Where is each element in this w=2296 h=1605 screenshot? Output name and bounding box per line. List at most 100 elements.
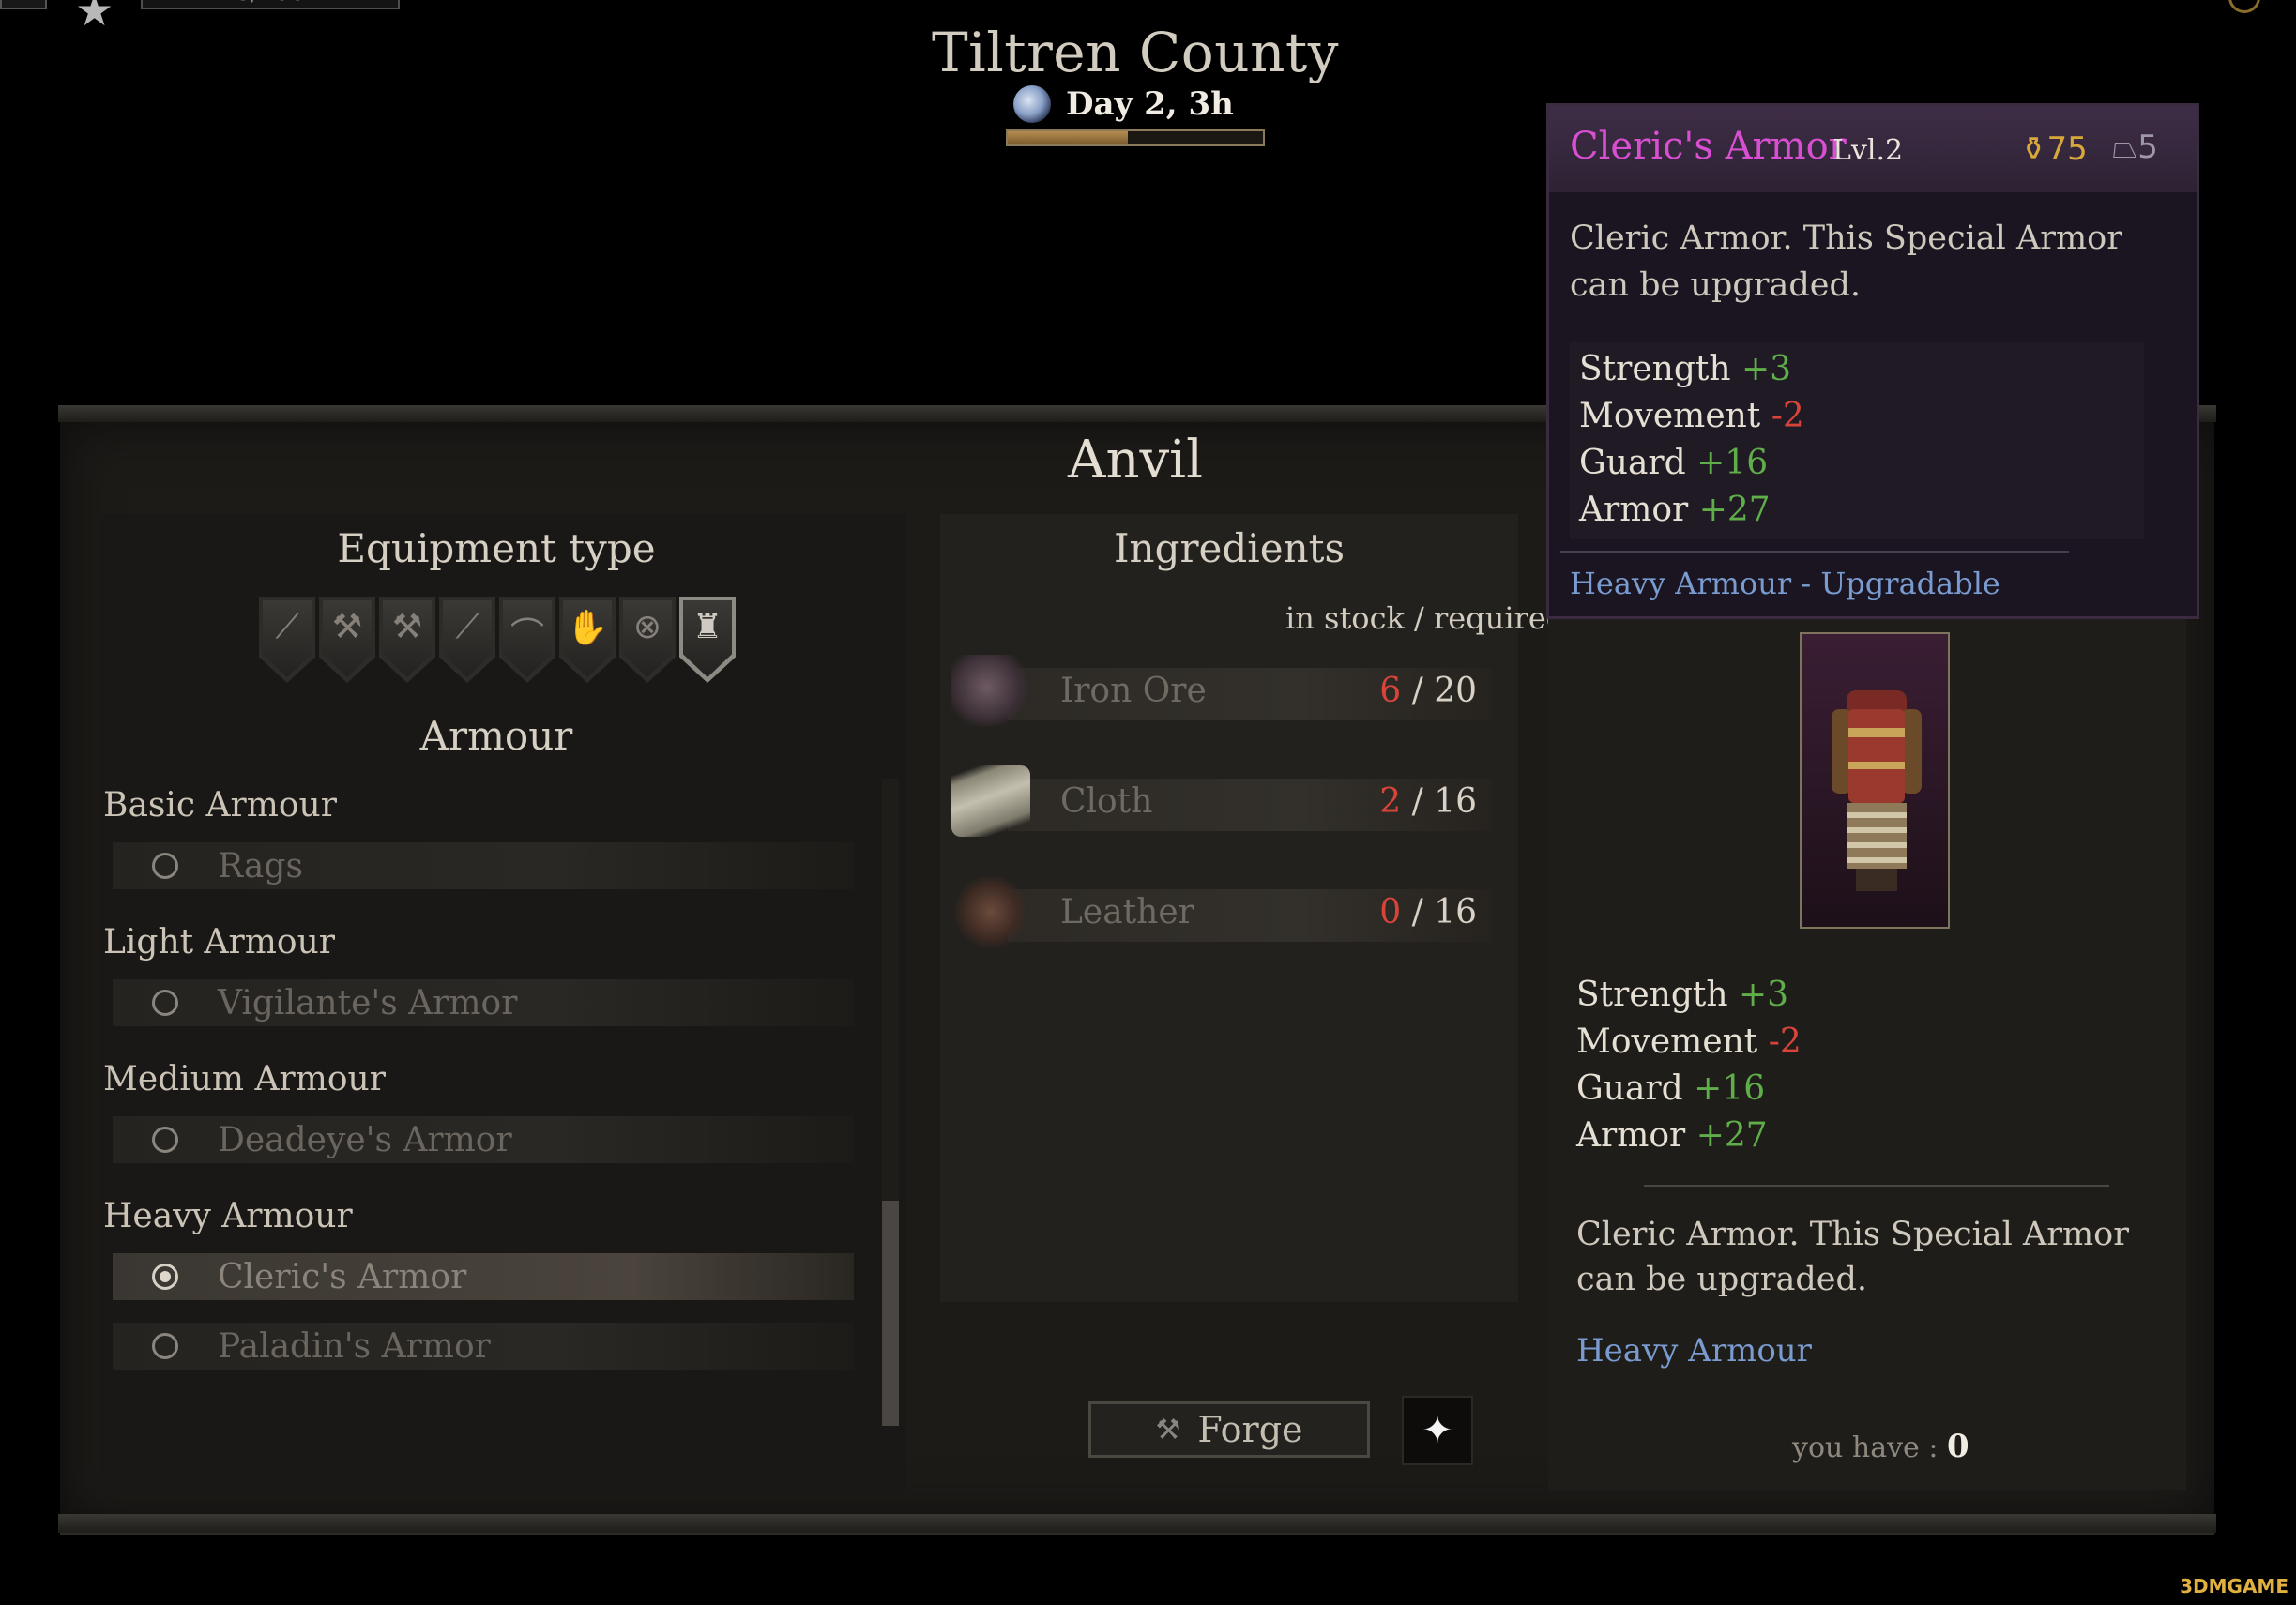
- radio-button-selected[interactable]: [152, 1264, 178, 1290]
- divider: [1644, 1185, 2109, 1187]
- day-progress-bar: [1006, 129, 1265, 146]
- group-label-light: Light Armour: [103, 923, 335, 961]
- upgrade-button[interactable]: ✦: [1402, 1396, 1473, 1465]
- tab-spear[interactable]: ⟋: [439, 597, 495, 683]
- armor-icon: [1832, 690, 1922, 891]
- ingredient-count: 2 / 16: [1379, 782, 1477, 821]
- tooltip-header: Cleric's Armor Lvl.2 ⚱75 ⏢5: [1549, 106, 2197, 192]
- tab-sword[interactable]: ⟋: [259, 597, 315, 683]
- item-stats: Strength +3 Movement -2 Guard +16 Armor …: [1576, 972, 1802, 1159]
- iron-ore-icon: [951, 655, 1030, 726]
- moon-icon: [1013, 85, 1051, 123]
- stat-strength: Strength +3: [1579, 346, 1804, 393]
- anvil-icon: ⚒: [1155, 1413, 1181, 1446]
- list-item[interactable]: Vigilante's Armor: [113, 979, 854, 1026]
- owned-value: 0: [1946, 1428, 1969, 1465]
- stat-strength: Strength +3: [1576, 972, 1802, 1019]
- list-item[interactable]: Paladin's Armor: [113, 1323, 854, 1370]
- stat-guard: Guard +16: [1579, 440, 1804, 487]
- item-name: Cleric's Armor: [218, 1257, 467, 1296]
- equipment-scrollbar[interactable]: [882, 779, 899, 1426]
- equipment-type-tabs: ⟋ ⚒ ⚒ ⟋ ⌒ ✋ ⊗ ♜: [259, 597, 739, 683]
- ingredient-name: Iron Ore: [1060, 672, 1207, 710]
- weight-icon: ⏢: [2112, 129, 2138, 166]
- gloves-icon: ✋: [566, 609, 609, 647]
- group-label-basic: Basic Armour: [103, 786, 337, 825]
- item-name: Deadeye's Armor: [218, 1120, 512, 1159]
- tab-hammer[interactable]: ⚒: [379, 597, 435, 683]
- stat-label: Armor: [1576, 1116, 1686, 1155]
- ingredient-have: 0: [1379, 893, 1402, 931]
- ingredient-row: Iron Ore 6 / 20: [951, 655, 1492, 726]
- ingredient-count: 0 / 16: [1379, 893, 1477, 931]
- axe-icon: ⚒: [331, 608, 363, 646]
- stat-value: +3: [1741, 350, 1792, 388]
- leather-icon: [951, 876, 1030, 947]
- ingredient-separator: /: [1401, 672, 1435, 710]
- stat-label: Strength: [1579, 350, 1731, 388]
- radio-button[interactable]: [152, 1333, 178, 1359]
- stat-label: Armor: [1579, 491, 1689, 529]
- hud-segment: [0, 0, 47, 9]
- stat-value: +27: [1698, 491, 1771, 529]
- group-label-medium: Medium Armour: [103, 1060, 386, 1098]
- armour-category-title: Armour: [419, 713, 573, 759]
- sparkle-icon: ✦: [1422, 1409, 1453, 1452]
- stat-value: -2: [1771, 397, 1804, 435]
- tooltip-level: Lvl.2: [1832, 134, 1904, 167]
- stat-value: +3: [1738, 976, 1789, 1014]
- coin-icon[interactable]: [2228, 0, 2260, 13]
- equipment-type-header: Equipment type: [337, 525, 656, 571]
- scrollbar-thumb[interactable]: [882, 1201, 899, 1426]
- gold-value: 75: [2046, 130, 2088, 168]
- tooltip-weight: ⏢5: [2112, 129, 2158, 166]
- stat-label: Guard: [1579, 444, 1686, 482]
- location-name: Tiltren County: [931, 21, 1339, 84]
- radio-button[interactable]: [152, 1127, 178, 1153]
- gold-icon: ⚱: [2020, 130, 2047, 168]
- ingredient-need: 16: [1434, 782, 1477, 821]
- watermark: 3DMGAME: [2180, 1575, 2288, 1597]
- stat-armor: Armor +27: [1576, 1113, 1802, 1159]
- tab-gloves[interactable]: ✋: [559, 597, 616, 683]
- tooltip-type: Heavy Armour - Upgradable: [1570, 566, 2000, 601]
- stock-label: in stock / required: [1285, 600, 1566, 636]
- list-item[interactable]: Rags: [113, 842, 854, 889]
- sword-icon: ⟋: [275, 608, 299, 646]
- ingredient-need: 20: [1434, 672, 1477, 710]
- ingredient-count: 6 / 20: [1379, 672, 1477, 710]
- stat-guard: Guard +16: [1576, 1066, 1802, 1113]
- stat-armor: Armor +27: [1579, 487, 1804, 534]
- ingredient-have: 2: [1379, 782, 1402, 821]
- ingredient-name: Cloth: [1060, 782, 1153, 821]
- armor-icon: ♜: [692, 608, 723, 646]
- stat-label: Guard: [1576, 1069, 1683, 1108]
- item-name: Rags: [218, 846, 303, 886]
- ingredient-separator: /: [1401, 893, 1435, 931]
- radio-button[interactable]: [152, 853, 178, 879]
- stat-value: +16: [1694, 1069, 1766, 1108]
- stat-label: Movement: [1576, 1022, 1758, 1061]
- ingredient-row: Cloth 2 / 16: [951, 765, 1492, 837]
- panel-rim-bottom: [58, 1514, 2216, 1533]
- tooltip-description: Cleric Armor. This Special Armor can be …: [1570, 220, 2122, 304]
- radio-button[interactable]: [152, 990, 178, 1016]
- list-item[interactable]: Deadeye's Armor: [113, 1116, 854, 1163]
- list-item-selected[interactable]: Cleric's Armor: [113, 1253, 854, 1300]
- forge-button[interactable]: ⚒ Forge: [1088, 1401, 1370, 1458]
- day-time: Day 2, 3h: [1066, 85, 1234, 123]
- item-name: Paladin's Armor: [218, 1326, 491, 1366]
- ingredient-name: Leather: [1060, 893, 1194, 931]
- cloth-icon: [951, 765, 1030, 837]
- stat-value: +27: [1695, 1116, 1768, 1155]
- tab-shield[interactable]: ⊗: [619, 597, 676, 683]
- stat-value: +16: [1696, 444, 1769, 482]
- tab-bow[interactable]: ⌒: [499, 597, 555, 683]
- item-type-link[interactable]: Heavy Armour: [1576, 1332, 1812, 1370]
- tab-axe[interactable]: ⚒: [319, 597, 375, 683]
- divider: [1560, 551, 2069, 553]
- tab-armor[interactable]: ♜: [679, 597, 736, 683]
- item-name: Vigilante's Armor: [218, 983, 518, 1022]
- stat-label: Strength: [1576, 976, 1728, 1014]
- tooltip-item-name: Cleric's Armor: [1570, 125, 1847, 168]
